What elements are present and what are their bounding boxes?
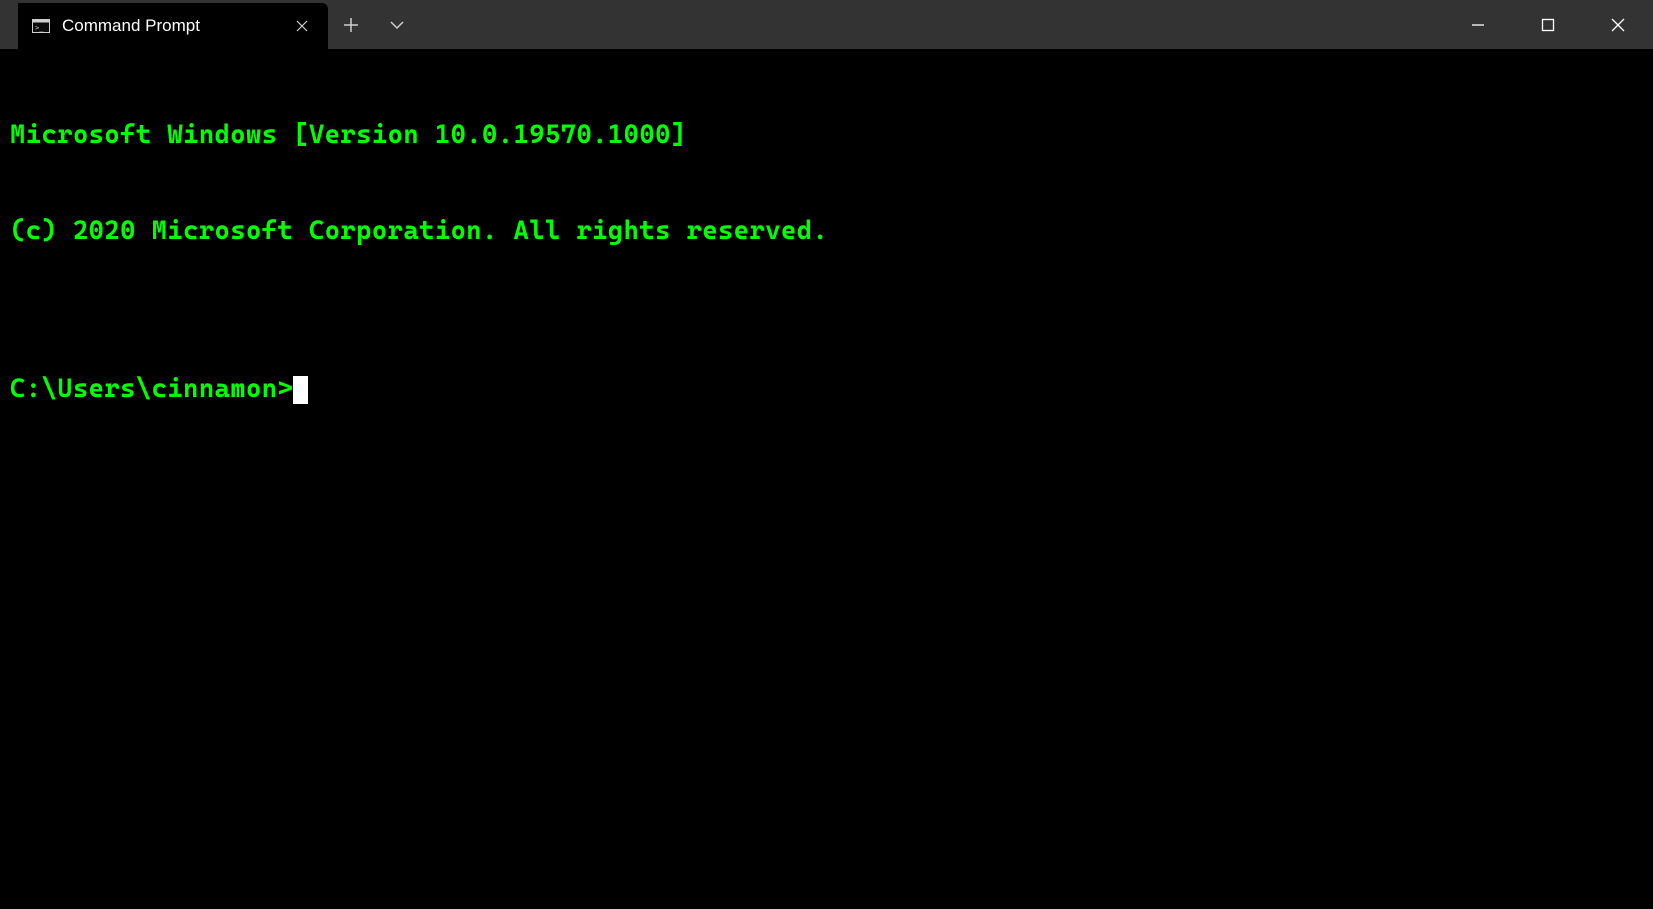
chevron-down-icon (389, 20, 405, 30)
terminal-line: (c) 2020 Microsoft Corporation. All righ… (10, 216, 1643, 248)
window-controls (1443, 0, 1653, 49)
terminal-icon: >_ (32, 17, 50, 35)
text-cursor (293, 376, 308, 404)
svg-text:>_: >_ (35, 24, 44, 32)
terminal[interactable]: Microsoft Windows [Version 10.0.19570.10… (0, 49, 1653, 909)
close-icon (296, 20, 308, 32)
maximize-icon (1541, 18, 1555, 32)
window: >_ Command Prompt (0, 0, 1653, 909)
title-bar: >_ Command Prompt (0, 0, 1653, 49)
tab-close-button[interactable] (290, 14, 314, 38)
tab-command-prompt[interactable]: >_ Command Prompt (18, 3, 328, 49)
prompt-line: C:\Users\cinnamon> (10, 374, 1643, 406)
minimize-button[interactable] (1443, 0, 1513, 49)
prompt-text: C:\Users\cinnamon> (10, 374, 293, 406)
plus-icon (344, 18, 358, 32)
minimize-icon (1471, 18, 1485, 32)
tabs-dropdown-button[interactable] (374, 0, 420, 49)
close-icon (1611, 18, 1625, 32)
window-close-button[interactable] (1583, 0, 1653, 49)
terminal-line: Microsoft Windows [Version 10.0.19570.10… (10, 120, 1643, 152)
tab-title: Command Prompt (62, 16, 278, 36)
new-tab-button[interactable] (328, 0, 374, 49)
tab-strip: >_ Command Prompt (0, 0, 1443, 49)
maximize-button[interactable] (1513, 0, 1583, 49)
